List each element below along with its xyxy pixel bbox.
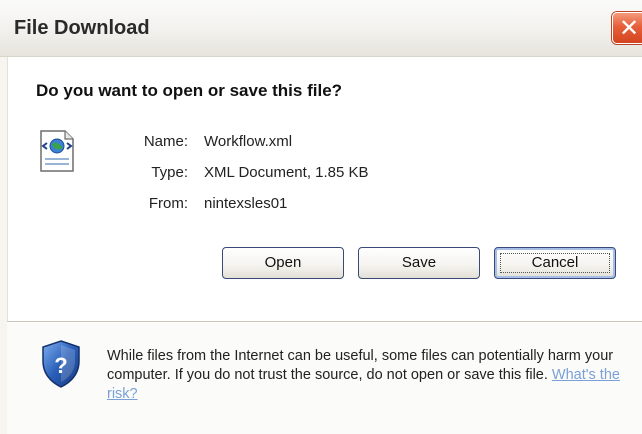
- type-value: XML Document, 1.85 KB: [204, 164, 369, 181]
- name-value: Workflow.xml: [204, 133, 293, 150]
- save-button-label: Save: [401, 254, 437, 271]
- type-label: Type:: [151, 164, 188, 181]
- svg-text:?: ?: [54, 353, 67, 378]
- warning-text: While files from the Internet can be use…: [107, 348, 614, 383]
- from-value: nintexsles01: [204, 195, 288, 212]
- dialog-content: Do you want to open or save this file? N…: [0, 57, 642, 434]
- close-button[interactable]: ✕: [612, 12, 642, 44]
- from-label: From:: [148, 195, 188, 212]
- security-warning: While files from the Internet can be use…: [107, 347, 627, 404]
- close-icon: ✕: [619, 14, 640, 42]
- dialog-question: Do you want to open or save this file?: [36, 81, 343, 100]
- title-bar[interactable]: File Download ✕: [0, 0, 642, 57]
- security-shield-icon: ?: [42, 340, 80, 388]
- window-title: File Download: [14, 17, 150, 39]
- name-label: Name:: [143, 133, 188, 150]
- cancel-button[interactable]: Cancel: [494, 247, 616, 279]
- file-download-dialog: File Download ✕ Do you want to open or s…: [0, 0, 642, 434]
- focus-ring: [500, 253, 610, 273]
- save-button[interactable]: Save: [358, 247, 480, 279]
- open-button[interactable]: Open: [222, 247, 344, 279]
- open-button-label: Open: [264, 254, 302, 271]
